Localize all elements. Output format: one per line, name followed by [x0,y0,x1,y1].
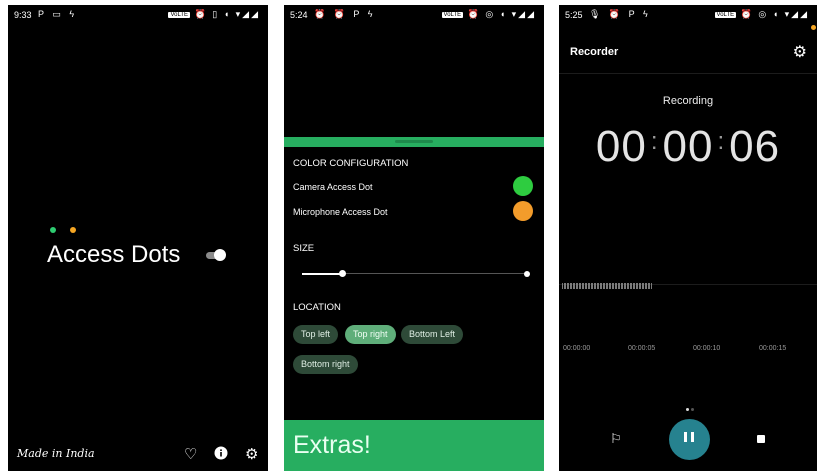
pause-icon [691,432,694,442]
status-right-icons: VoLTE ⏰ ▯ ◖ ▾◢◢ [168,9,260,20]
service-toggle[interactable] [204,249,226,261]
toggle-thumb [214,249,226,261]
status-right-icons: VoLTE ⏰ ◎ ◖ ▾◢◢ [714,9,809,20]
location-chip-top-right[interactable]: Top right [345,325,396,344]
status-left-icons: 🎙 ⏰ P ϟ [589,9,651,19]
timeline-tick: 00:00:05 [628,345,656,352]
pause-button[interactable] [669,419,710,460]
page-dot [691,408,694,411]
microphone-access-dot [811,25,816,30]
location-chip-bottom-left[interactable]: Bottom Left [401,325,464,344]
elapsed-timer: 00:00:06 [559,122,817,172]
bottom-sheet-drag-bar[interactable] [284,137,544,147]
camera-color-swatch[interactable] [513,176,533,196]
status-bar: 5:24 ⏰ ⏰ P ϟ VoLTE ⏰ ◎ ◖ ▾◢◢ [284,5,544,25]
status-right-icon-glyphs: ⏰ ◎ ◖ ▾◢◢ [740,9,809,19]
location-chip-top-left[interactable]: Top left [293,325,339,344]
timer-hours: 00 [595,122,647,171]
drag-handle[interactable] [395,140,433,143]
volte-badge: VoLTE [714,12,737,18]
color-configuration-heading: COLOR CONFIGURATION [293,158,409,169]
status-bar: 9:33 P ▭ ϟ VoLTE ⏰ ▯ ◖ ▾◢◢ [8,5,268,25]
access-dots-main-screen: 9:33 P ▭ ϟ VoLTE ⏰ ▯ ◖ ▾◢◢ Access Dots M… [8,5,268,471]
timer-minutes: 00 [662,122,714,171]
extras-section[interactable]: Extras! [284,420,544,471]
microphone-dot-preview [70,227,76,233]
status-left-icons: ⏰ ⏰ P ϟ [314,9,376,19]
gear-icon[interactable]: ⚙ [245,445,258,463]
timer-separator: : [717,128,726,155]
status-left-icons: P ▭ ϟ [38,9,78,19]
camera-dot-preview [50,227,56,233]
location-heading: LOCATION [293,302,341,313]
pause-icon [684,432,687,442]
status-right-icons: VoLTE ⏰ ◎ ◖ ▾◢◢ [441,9,536,20]
slider-fill [302,273,342,275]
page-dot-active [686,408,689,411]
volte-badge: VoLTE [168,12,191,18]
settings-screen: 5:24 ⏰ ⏰ P ϟ VoLTE ⏰ ◎ ◖ ▾◢◢ COLOR CONFI… [284,5,544,471]
timer-separator: : [650,128,659,155]
timeline-tick: 00:00:00 [563,345,591,352]
location-chip-bottom-right[interactable]: Bottom right [293,355,358,374]
audio-waveform [559,281,684,291]
status-right-icon-glyphs: ⏰ ◎ ◖ ▾◢◢ [467,9,536,19]
header-divider [559,73,817,74]
stop-icon[interactable] [757,435,765,443]
status-bar: 5:25 🎙 ⏰ P ϟ VoLTE ⏰ ◎ ◖ ▾◢◢ [559,5,817,25]
made-in-india-label: Made in India [17,447,95,460]
size-slider[interactable] [302,269,530,279]
timer-seconds: 06 [729,122,781,171]
volte-badge: VoLTE [441,12,464,18]
waveform-bar [650,283,652,289]
app-title: Recorder [570,46,619,58]
timeline-tick: 00:00:10 [693,345,721,352]
status-time: 9:33 [14,10,32,20]
app-title: Access Dots [47,241,181,268]
status-time: 5:25 [565,10,583,20]
microphone-dot-label: Microphone Access Dot [293,207,388,217]
flag-icon[interactable]: ⚐ [610,431,622,447]
camera-dot-label: Camera Access Dot [293,182,373,192]
recorder-screen: 5:25 🎙 ⏰ P ϟ VoLTE ⏰ ◎ ◖ ▾◢◢ Recorder ⚙ … [559,5,817,471]
status-right-icon-glyphs: ⏰ ▯ ◖ ▾◢◢ [194,9,260,19]
microphone-color-swatch[interactable] [513,201,533,221]
info-icon[interactable] [214,446,228,464]
slider-thumb[interactable] [338,270,346,277]
heart-icon[interactable]: ♡ [184,445,197,463]
extras-label: Extras! [293,431,371,459]
gear-icon[interactable]: ⚙ [793,42,807,62]
status-time: 5:24 [290,10,308,20]
page-indicator [685,398,695,416]
slider-end-marker [524,271,530,277]
timeline-tick: 00:00:15 [759,345,787,352]
size-heading: SIZE [293,243,315,254]
recording-status: Recording [662,95,714,107]
